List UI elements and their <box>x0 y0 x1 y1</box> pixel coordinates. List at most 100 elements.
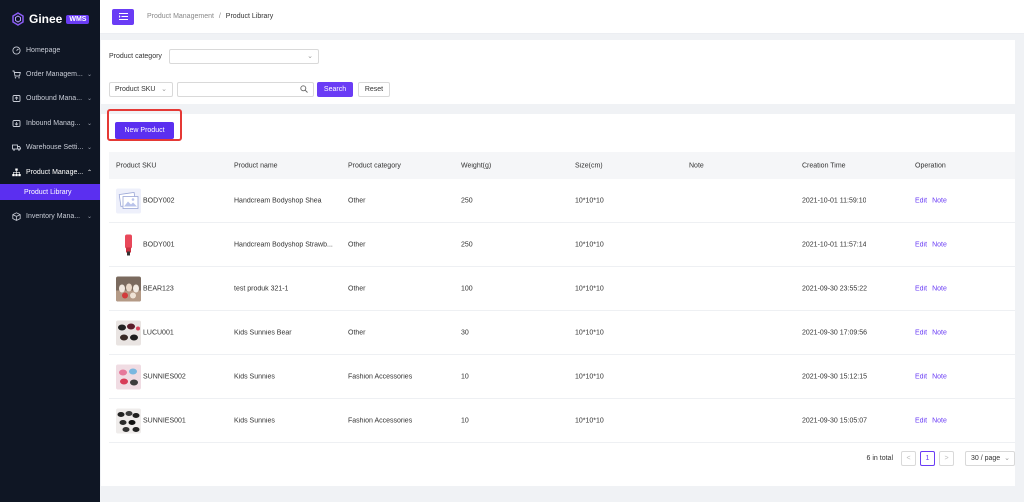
edit-link[interactable]: Edit <box>915 329 927 336</box>
filter-panel: Product category ⌄ Product SKU ⌄ Search … <box>101 40 1015 104</box>
column-header: Creation Time <box>802 162 846 169</box>
breadcrumb: Product Management / Product Library <box>147 13 273 20</box>
new-product-button[interactable]: New Product <box>115 122 174 139</box>
creation-time: 2021-10-01 11:59:10 <box>802 197 867 204</box>
chevron-down-icon: ⌄ <box>307 53 313 60</box>
chevron-down-icon: ⌄ <box>86 72 92 79</box>
edit-link[interactable]: Edit <box>915 373 927 380</box>
sku-text: SUNNIES002 <box>143 373 186 380</box>
sidebar-item-inbound-management[interactable]: Inbound Manag... ⌄ <box>0 111 100 135</box>
sidebar-item-homepage[interactable]: Homepage <box>0 38 100 62</box>
product-category: Fashion Accessories <box>348 373 413 380</box>
weight: 30 <box>461 329 469 336</box>
search-field-value: Product SKU <box>115 86 156 93</box>
sku-text: BEAR123 <box>143 285 174 292</box>
note-link[interactable]: Note <box>932 329 947 336</box>
note-link[interactable]: Note <box>932 417 947 424</box>
sitemap-icon <box>12 168 21 177</box>
sku-text: SUNNIES001 <box>143 417 186 424</box>
product-thumbnail <box>116 320 141 345</box>
sku-cell: SUNNIES001 <box>116 408 186 433</box>
edit-link[interactable]: Edit <box>915 241 927 248</box>
edit-link[interactable]: Edit <box>915 197 927 204</box>
search-field-select[interactable]: Product SKU ⌄ <box>109 82 173 97</box>
reset-button[interactable]: Reset <box>358 82 390 97</box>
size: 10*10*10 <box>575 329 604 336</box>
note-link[interactable]: Note <box>932 373 947 380</box>
sku-cell: BODY001 <box>116 232 175 257</box>
product-name: Handcream Bodyshop Strawb... <box>234 241 333 248</box>
sidebar-item-product-management[interactable]: Product Manage... ⌃ <box>0 160 100 184</box>
sidebar-item-warehouse-settings[interactable]: Warehouse Setti... ⌄ <box>0 136 100 160</box>
product-category: Other <box>348 197 366 204</box>
search-input[interactable] <box>177 82 314 97</box>
sidebar-item-label: Order Managem... <box>26 71 83 79</box>
product-name: Kids Sunnies Bear <box>234 329 292 336</box>
dashboard-icon <box>12 46 21 55</box>
cart-icon <box>12 70 21 79</box>
sidebar-item-order-management[interactable]: Order Managem... ⌄ <box>0 62 100 86</box>
note-link[interactable]: Note <box>932 241 947 248</box>
sku-cell: BEAR123 <box>116 276 174 301</box>
brand-badge: WMS <box>66 14 90 24</box>
weight: 10 <box>461 417 469 424</box>
sidebar-item-inventory-management[interactable]: Inventory Mana... ⌄ <box>0 204 100 228</box>
product-thumbnail <box>116 232 141 257</box>
operation-cell: Edit Note <box>915 285 952 292</box>
box-icon <box>12 212 21 221</box>
search-button[interactable]: Search <box>317 82 353 97</box>
table-row: BODY002 Handcream Bodyshop Shea Other 25… <box>109 179 1015 223</box>
table-header: Product SKU Product name Product categor… <box>109 152 1015 179</box>
sku-cell: LUCU001 <box>116 320 174 345</box>
sidebar-item-outbound-management[interactable]: Outbound Mana... ⌄ <box>0 87 100 111</box>
next-page-button[interactable]: > <box>939 451 954 466</box>
size: 10*10*10 <box>575 285 604 292</box>
product-category: Other <box>348 329 366 336</box>
column-header: Size(cm) <box>575 162 603 169</box>
page-1-button[interactable]: 1 <box>920 451 935 466</box>
chevron-down-icon: ⌄ <box>86 96 92 103</box>
brand-name: Ginee <box>29 12 63 26</box>
note-link[interactable]: Note <box>932 285 947 292</box>
menu-toggle-button[interactable] <box>112 8 134 25</box>
product-name: test produk 321-1 <box>234 285 289 292</box>
prev-page-button[interactable]: < <box>901 451 916 466</box>
pagination: 6 in total < 1 > 30 / page ⌄ <box>867 451 1015 466</box>
breadcrumb-parent[interactable]: Product Management <box>147 13 214 20</box>
sidebar: Ginee WMS Homepage Order Managem... ⌄ Ou… <box>0 0 100 502</box>
product-thumbnail <box>116 188 141 213</box>
table-row: SUNNIES002 Kids Sunnies Fashion Accessor… <box>109 355 1015 399</box>
search-icon[interactable] <box>300 85 308 93</box>
note-link[interactable]: Note <box>932 197 947 204</box>
product-category-select[interactable]: ⌄ <box>169 49 319 64</box>
chevron-down-icon: ⌄ <box>86 214 92 221</box>
column-header: Product SKU <box>116 162 157 169</box>
top-header: Product Management / Product Library <box>100 0 1024 34</box>
size: 10*10*10 <box>575 417 604 424</box>
sidebar-subitem-product-library[interactable]: Product Library <box>0 184 100 201</box>
chevron-up-icon: ⌃ <box>86 169 92 176</box>
breadcrumb-separator: / <box>218 13 221 20</box>
product-category: Other <box>348 285 366 292</box>
page-size-select[interactable]: 30 / page ⌄ <box>965 451 1015 466</box>
table-row: BEAR123 test produk 321-1 Other 100 10*1… <box>109 267 1015 311</box>
weight: 250 <box>461 241 473 248</box>
sidebar-item-label: Product Manage... <box>26 168 84 176</box>
weight: 10 <box>461 373 469 380</box>
brand[interactable]: Ginee WMS <box>0 0 100 38</box>
sku-text: BODY002 <box>143 197 175 204</box>
edit-link[interactable]: Edit <box>915 285 927 292</box>
creation-time: 2021-09-30 17:09:56 <box>802 329 867 336</box>
product-category: Other <box>348 241 366 248</box>
table-row: SUNNIES001 Kids Sunnies Fashion Accessor… <box>109 399 1015 443</box>
product-name: Kids Sunnies <box>234 373 275 380</box>
operation-cell: Edit Note <box>915 417 952 424</box>
column-header: Note <box>689 162 704 169</box>
breadcrumb-current: Product Library <box>225 13 274 20</box>
sku-text: BODY001 <box>143 241 175 248</box>
total-count: 6 in total <box>866 455 893 462</box>
edit-link[interactable]: Edit <box>915 417 927 424</box>
column-header: Weight(g) <box>461 162 492 169</box>
chevron-down-icon: ⌄ <box>86 145 92 152</box>
sidebar-item-label: Outbound Mana... <box>26 95 83 103</box>
